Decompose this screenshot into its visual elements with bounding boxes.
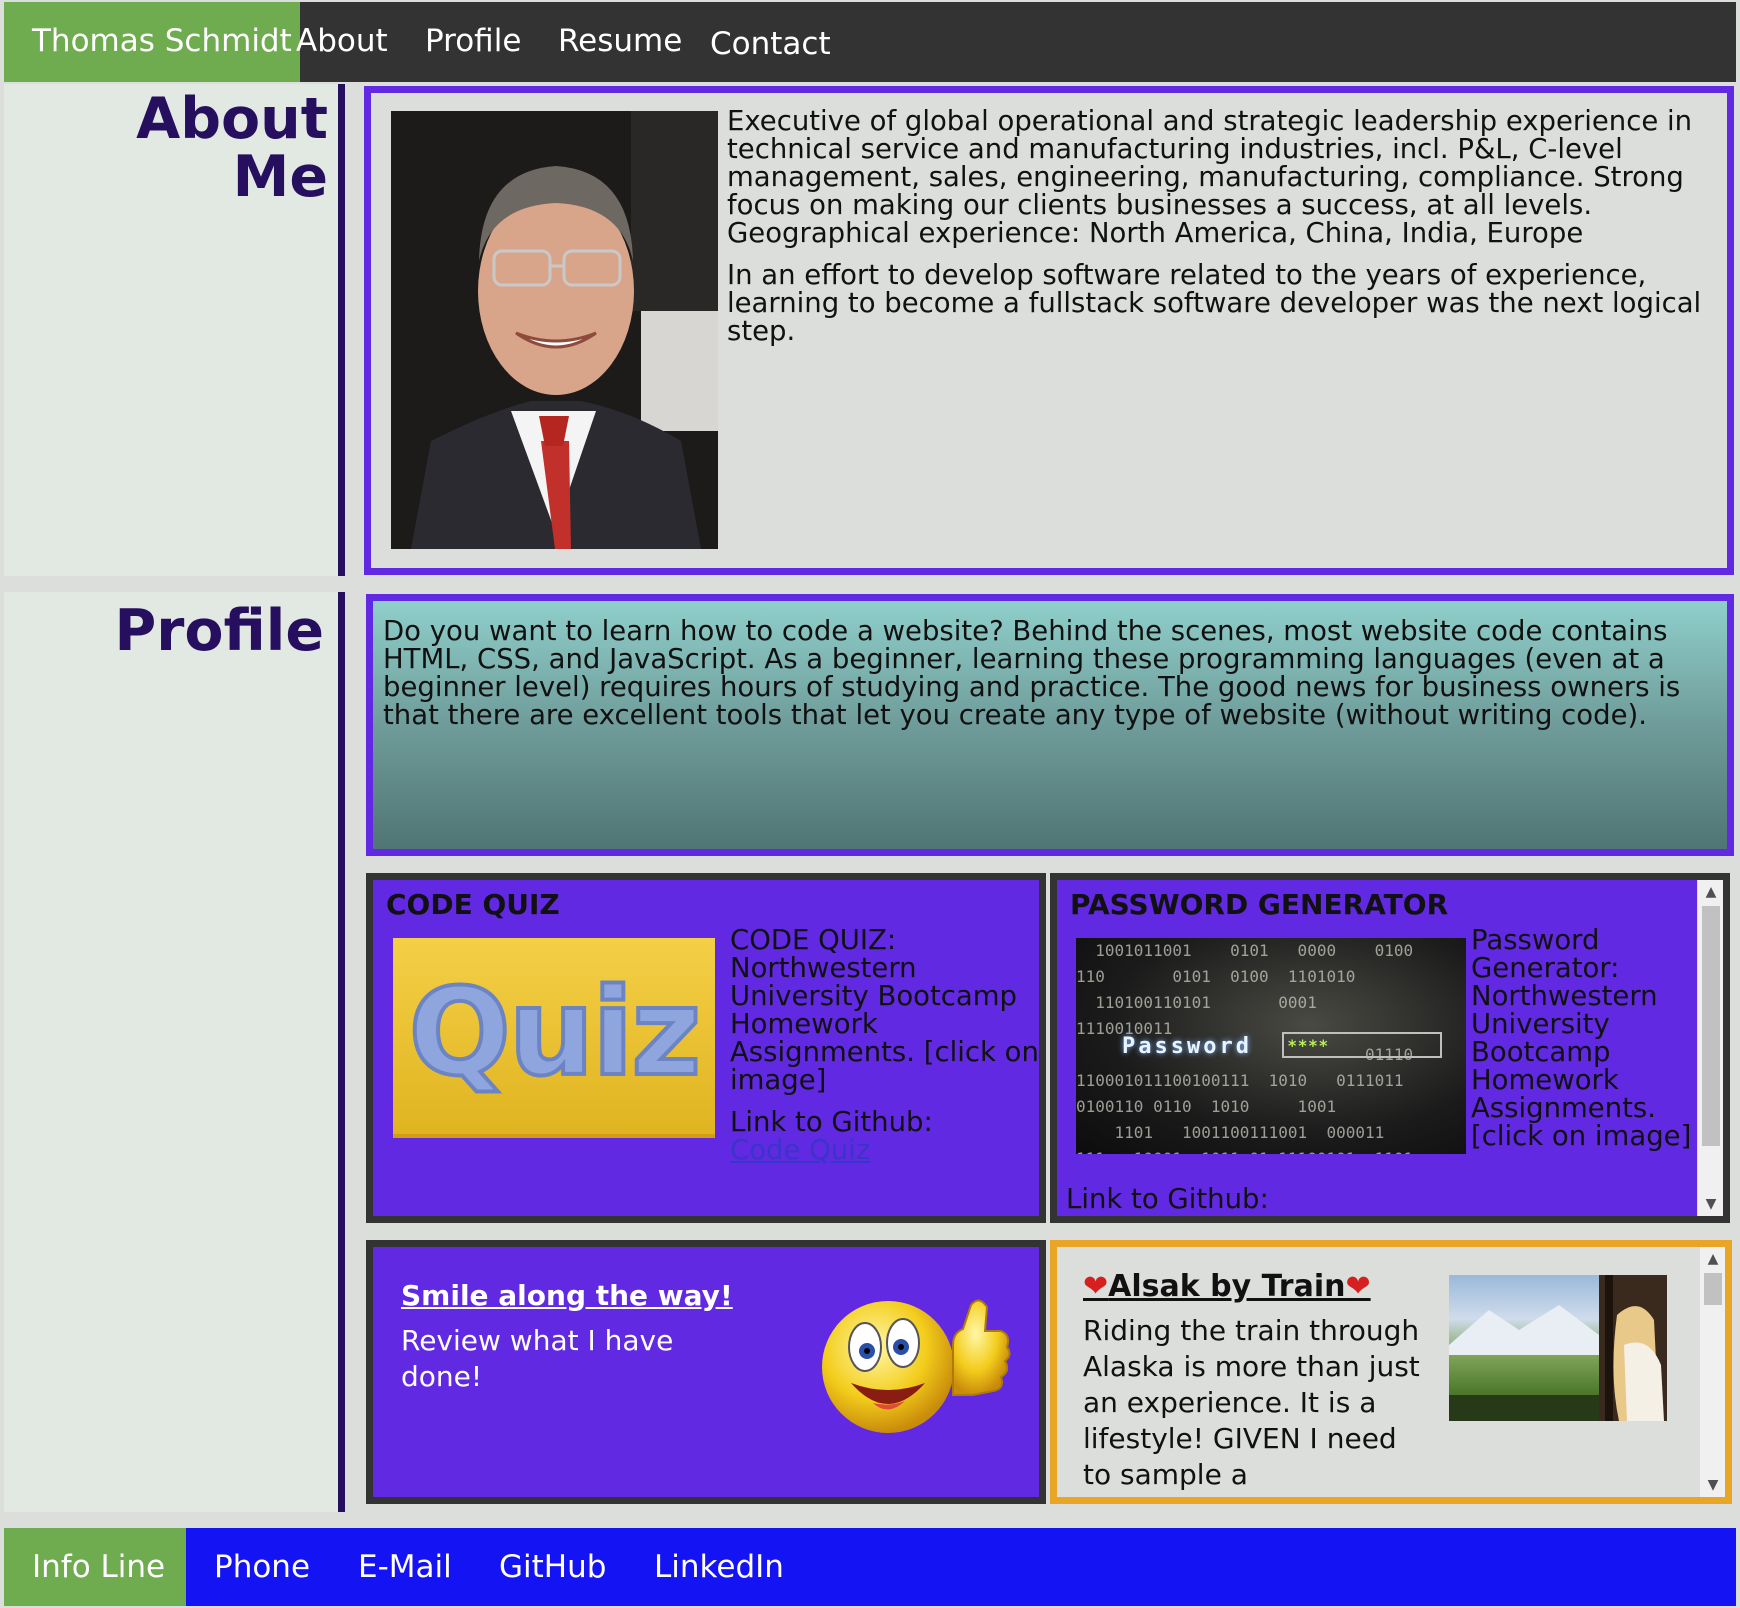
code-quiz-description: CODE QUIZ: Northwestern University Bootc… bbox=[730, 924, 1039, 1164]
thumbs-up-smiley-icon bbox=[803, 1285, 1013, 1435]
password-generator-link[interactable]: Password Generator bbox=[1066, 1213, 1343, 1216]
about-heading-line1: About bbox=[136, 86, 328, 152]
nav-link-resume[interactable]: Resume bbox=[558, 2, 682, 82]
footer-link-email[interactable]: E-Mail bbox=[358, 1528, 452, 1606]
footer-link-linkedin[interactable]: LinkedIn bbox=[654, 1528, 784, 1606]
nav-link-profile[interactable]: Profile bbox=[425, 2, 521, 82]
profile-intro-box: Do you want to learn how to code a websi… bbox=[366, 594, 1734, 856]
password-generator-description: Password Generator: Northwestern Univers… bbox=[1471, 924, 1692, 1152]
code-quiz-desc-text: CODE QUIZ: Northwestern University Bootc… bbox=[730, 924, 1039, 1096]
footer-navbar: Info Line Phone E-Mail GitHub LinkedIn bbox=[4, 1528, 1736, 1606]
profile-photo bbox=[391, 111, 718, 549]
password-generator-image[interactable]: 1001011001 0101 0000 0100 110 0101 0100 … bbox=[1076, 938, 1466, 1154]
about-sidebar: About Me bbox=[4, 84, 345, 576]
about-paragraph-2: In an effort to develop software related… bbox=[727, 259, 1702, 347]
about-paragraph-1: Executive of global operational and stra… bbox=[727, 105, 1693, 249]
nav-brand[interactable]: Thomas Schmidt bbox=[4, 2, 300, 82]
profile-intro-text: Do you want to learn how to code a websi… bbox=[383, 615, 1681, 731]
footer-brand[interactable]: Info Line bbox=[4, 1528, 186, 1606]
chevron-up-icon[interactable]: ▲ bbox=[1698, 880, 1723, 904]
smile-text: Review what I have done! bbox=[401, 1324, 674, 1393]
code-quiz-image[interactable]: Quiz bbox=[393, 938, 715, 1138]
alaska-train-text: Riding the train through Alaska is more … bbox=[1083, 1314, 1420, 1491]
profile-heading: Profile bbox=[114, 598, 325, 664]
train-window-image bbox=[1449, 1275, 1667, 1421]
password-field-graphic: **** bbox=[1282, 1032, 1442, 1058]
password-field-stars: **** bbox=[1288, 1036, 1330, 1055]
profile-sidebar: Profile bbox=[4, 592, 345, 1512]
chevron-down-icon[interactable]: ▼ bbox=[1700, 1473, 1725, 1497]
code-quiz-link[interactable]: Code Quiz bbox=[730, 1136, 1039, 1164]
code-quiz-link-label: Link to Github: bbox=[730, 1106, 933, 1138]
about-heading: About Me bbox=[48, 90, 328, 206]
alaska-train-title[interactable]: ❤Alsak by Train❤ bbox=[1083, 1269, 1371, 1304]
heart-icon: ❤ bbox=[1345, 1269, 1371, 1304]
top-navbar: Thomas Schmidt About Profile Resume Cont… bbox=[4, 2, 1736, 82]
quiz-image-text: Quiz bbox=[407, 962, 703, 1105]
chevron-down-icon[interactable]: ▼ bbox=[1698, 1192, 1723, 1216]
heart-icon: ❤ bbox=[1083, 1269, 1109, 1304]
password-label: Password bbox=[1122, 1034, 1252, 1059]
about-text: Executive of global operational and stra… bbox=[727, 107, 1717, 359]
nav-link-contact[interactable]: Contact bbox=[710, 5, 831, 85]
code-quiz-card: CODE QUIZ Quiz CODE QUIZ: Northwestern U… bbox=[366, 873, 1046, 1223]
train-card-scrollbar[interactable]: ▲ ▼ bbox=[1699, 1247, 1725, 1497]
password-card-scrollbar[interactable]: ▲ ▼ bbox=[1697, 880, 1723, 1216]
smile-card: Smile along the way! Review what I have … bbox=[366, 1240, 1046, 1504]
about-content-box: Executive of global operational and stra… bbox=[364, 86, 1734, 575]
chevron-up-icon[interactable]: ▲ bbox=[1700, 1247, 1725, 1271]
footer-link-phone[interactable]: Phone bbox=[214, 1528, 310, 1606]
scroll-thumb[interactable] bbox=[1702, 906, 1720, 1146]
password-link-label: Link to Github: bbox=[1066, 1183, 1269, 1215]
code-quiz-title: CODE QUIZ bbox=[386, 888, 560, 921]
alaska-train-title-text: Alsak by Train bbox=[1108, 1269, 1346, 1304]
about-heading-line2: Me bbox=[232, 144, 328, 210]
password-generator-card: PASSWORD GENERATOR 1001011001 0101 0000 … bbox=[1050, 873, 1730, 1223]
scroll-thumb[interactable] bbox=[1704, 1273, 1722, 1305]
nav-link-about[interactable]: About bbox=[296, 2, 388, 82]
alaska-train-card: ❤Alsak by Train❤ Riding the train throug… bbox=[1050, 1240, 1732, 1504]
smile-link[interactable]: Smile along the way! bbox=[401, 1279, 733, 1312]
footer-link-github[interactable]: GitHub bbox=[499, 1528, 606, 1606]
password-generator-title: PASSWORD GENERATOR bbox=[1070, 888, 1449, 921]
